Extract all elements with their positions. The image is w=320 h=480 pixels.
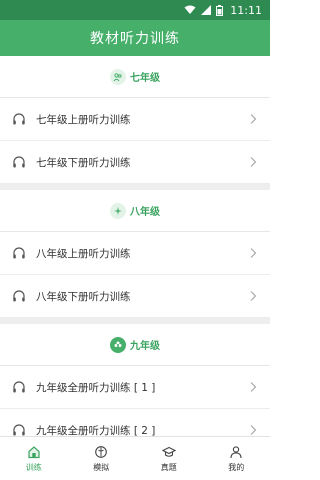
tab-training[interactable]: 训练 [0,437,68,480]
grade-header-eighth: 八年级 [0,190,270,232]
grade-title: 九年级 [130,341,160,352]
headphones-icon [12,289,26,303]
headphones-icon [12,423,26,436]
list-item[interactable]: 七年级上册听力训练 [0,98,270,141]
list-item-label: 九年级全册听力训练 [ 2 ] [36,424,156,437]
tab-past-papers[interactable]: 真题 [135,437,203,480]
tab-label: 训练 [25,462,42,472]
grade-header-seventh: 七年级 [0,56,270,98]
page-title: 教材听力训练 [90,31,180,47]
list-item[interactable]: 八年级下册听力训练 [0,275,270,318]
chevron-right-icon [248,424,258,436]
chevron-right-icon [248,381,258,393]
list-item[interactable]: 八年级上册听力训练 [0,232,270,275]
status-time: 11:11 [230,3,262,17]
list-item-label: 七年级下册听力训练 [36,156,131,169]
app-header: 教材听力训练 [0,20,270,56]
list-item-label: 八年级下册听力训练 [36,290,131,303]
sparkle-icon [110,202,126,219]
tab-label: 模拟 [93,462,110,472]
tab-mock[interactable]: 模拟 [68,437,136,480]
chevron-right-icon [248,247,258,259]
person-icon [229,445,243,459]
tab-label: 真题 [160,462,177,472]
headphones-icon [12,155,26,169]
grade-title: 七年级 [130,73,160,84]
headphones-icon [12,380,26,394]
chevron-right-icon [248,156,258,168]
headphones-icon [12,246,26,260]
tab-label: 我的 [228,462,245,472]
compass-icon [94,445,108,459]
home-icon [27,445,41,459]
status-bar: 11:11 [0,0,270,20]
grade-title: 八年级 [130,207,160,218]
wifi-icon [184,5,196,15]
tab-mine[interactable]: 我的 [203,437,271,480]
headphones-icon [12,112,26,126]
list-item-label: 七年级上册听力训练 [36,113,131,126]
list-item-label: 八年级上册听力训练 [36,247,131,260]
signal-icon [201,5,212,15]
content-list[interactable]: 七年级 七年级上册听力训练 七年级下册听力训练 八年级 八年级上册听力训练 八年… [0,56,270,436]
list-item[interactable]: 九年级全册听力训练 [ 1 ] [0,366,270,409]
list-item-label: 九年级全册听力训练 [ 1 ] [36,381,156,394]
battery-icon [216,4,224,16]
people-icon [110,68,126,85]
chevron-right-icon [248,290,258,302]
flower-icon [110,336,126,353]
chevron-right-icon [248,113,258,125]
grade-header-ninth: 九年级 [0,324,270,366]
list-item[interactable]: 七年级下册听力训练 [0,141,270,184]
graduation-cap-icon [161,445,176,459]
list-item[interactable]: 九年级全册听力训练 [ 2 ] [0,409,270,436]
bottom-tab-bar: 训练 模拟 真题 我的 [0,436,270,480]
